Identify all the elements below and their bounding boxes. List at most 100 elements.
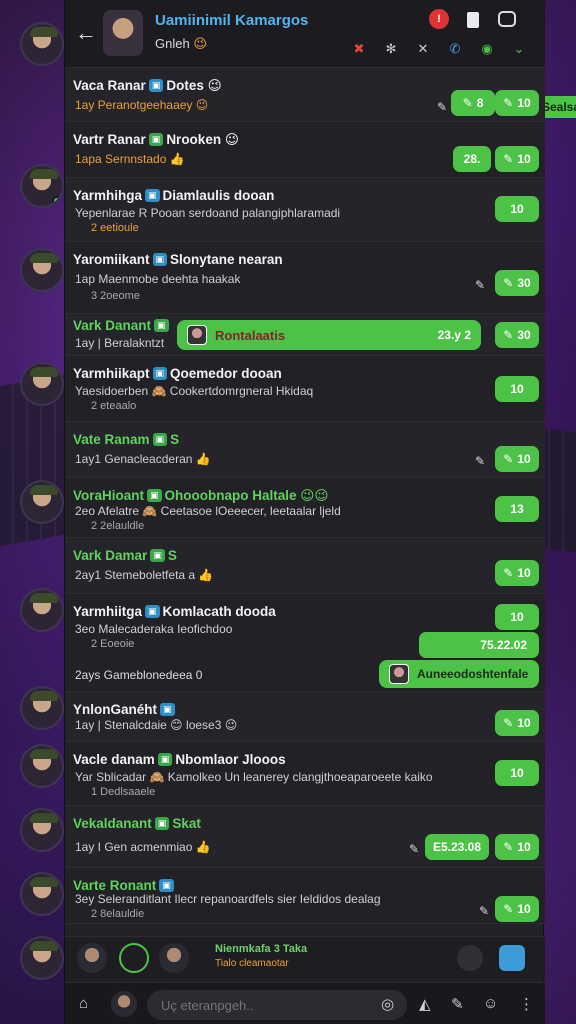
- message-meta: 2 8elauldie: [91, 908, 145, 920]
- list-item[interactable]: VoraHioant ▣ Ohooobnapo Haltale 😉😉 2eo Afe…: [65, 478, 545, 538]
- refresh-icon[interactable]: [119, 943, 149, 973]
- rail-avatar[interactable]: [20, 872, 64, 916]
- header-bottom-icons: ✖ ✻ ✕ ✆ ◉ ⌄: [349, 38, 529, 58]
- rail-avatar[interactable]: [20, 588, 64, 632]
- chat-icon[interactable]: [497, 9, 517, 29]
- message-preview: Yaesidoerben 🙈 Cookertdomrgneral Hkidaq: [75, 384, 314, 398]
- time-badge: 28.: [453, 146, 491, 172]
- count-badge: ✎ 10: [495, 146, 539, 172]
- message-preview: 2ay1 Stemeboletfeta a 👍: [75, 568, 214, 582]
- contact-name: Yaromiikant ▣ Slonytane nearan: [73, 252, 283, 267]
- message-meta: 1 Dedlsaaele: [91, 786, 156, 798]
- message-preview: 2eo Afelatre 🙈 Ceetasoe lOeeecer, leetaa…: [75, 504, 341, 518]
- chevron-down-icon[interactable]: ⌄: [509, 38, 529, 58]
- contact-name: Vaca Ranar ▣ Dotes 😉: [73, 78, 222, 93]
- message-preview: 3eo Malecaderaka Ieofichdoo: [75, 622, 233, 636]
- rail-avatar[interactable]: [20, 480, 64, 524]
- list-item[interactable]: Vartr Ranar ▣ Nrooken 😉 1apa Sernnstado 👍 …: [65, 122, 545, 178]
- video-icon[interactable]: ◉: [477, 38, 497, 58]
- rail-avatar[interactable]: [20, 808, 64, 852]
- count-badge: ✎ 10: [495, 90, 539, 116]
- message-preview: 1ay | Beralakntzt: [75, 336, 165, 350]
- contact-name: Vate Ranam ▣ S: [73, 432, 180, 447]
- camera-icon[interactable]: ◎: [381, 995, 394, 1013]
- count-badge: 10: [495, 760, 539, 786]
- message-bubble[interactable]: Auneeodoshtenfale: [379, 660, 539, 688]
- list-item[interactable]: Yarmhiikapt ▣ Qoemedor dooan Yaesidoerben …: [65, 356, 545, 422]
- list-item[interactable]: Vacle danam ▣ Nbomlaor Jlooos Yar Sblicada…: [65, 742, 545, 806]
- rail-avatar[interactable]: [20, 362, 64, 406]
- message-meta: 3 2oeome: [91, 290, 140, 302]
- message-preview: 1ay Peranotgeehaaey 😉: [75, 98, 209, 112]
- message-meta: 2 Eoeoie: [91, 638, 135, 650]
- count-badge: ✎ 10: [495, 710, 539, 736]
- phone-icon[interactable]: ✆: [445, 38, 465, 58]
- time-bubble: 75.22.02: [419, 632, 539, 658]
- story-avatar[interactable]: [159, 943, 189, 973]
- list-item[interactable]: Vate Ranam ▣ S 1ay1 Genacleacderan 👍 ✎ ✎ 10: [65, 422, 545, 478]
- count-badge: 10: [495, 376, 539, 402]
- rail-avatar[interactable]: [20, 936, 64, 980]
- chat-panel: ← Uamiinimil Kamargos Gnleh 😉 ! ✖ ✻ ✕ ✆ …: [64, 0, 545, 1024]
- message-preview-2: 2ays Gameblonedeea 0: [75, 668, 203, 682]
- list-item[interactable]: Yaromiikant ▣ Slonytane nearan 1ap Maenmob…: [65, 242, 545, 314]
- side-pill: Sealsa: [540, 96, 576, 118]
- time-badge: E5.23.08: [424, 834, 489, 860]
- profile-avatar[interactable]: [111, 991, 137, 1017]
- chat-header: ← Uamiinimil Kamargos Gnleh 😉 ! ✖ ✻ ✕ ✆ …: [65, 0, 545, 68]
- list-item[interactable]: Vark Danant ▣ 1ay | Beralakntzt Rontalaat…: [65, 314, 545, 356]
- contact-name: Yarmhiitga ▣ Komlacath dooda: [73, 604, 276, 619]
- rail-avatar[interactable]: [20, 744, 64, 788]
- more-icon[interactable]: ⋮: [519, 995, 534, 1013]
- chat-title: Uamiinimil Kamargos: [155, 12, 309, 29]
- pen-icon[interactable]: ✎: [451, 995, 464, 1013]
- list-item[interactable]: Yarmhihga ▣ Diamlaulis dooan Yepenlarae R …: [65, 178, 545, 242]
- count-badge: ✎ 10: [495, 446, 539, 472]
- trash-icon[interactable]: [463, 9, 483, 29]
- user-icon[interactable]: [457, 945, 483, 971]
- avatar-rail: [0, 0, 66, 1024]
- count-badge: ✎ 10: [495, 834, 539, 860]
- rail-avatar[interactable]: [20, 248, 64, 292]
- online-dot: [52, 196, 62, 206]
- close-icon[interactable]: ✕: [413, 38, 433, 58]
- list-item[interactable]: Yarmhiitga ▣ Komlacath dooda 3eo Malecader…: [65, 594, 545, 692]
- contact-name: Vekaldanant ▣ Skat: [73, 816, 201, 831]
- list-item[interactable]: Vaca Ranar ▣ Dotes 😉 1ay Peranotgeehaaey 😉…: [65, 68, 545, 122]
- header-top-icons: !: [429, 9, 517, 29]
- count-badge: ✎ 30: [495, 322, 539, 348]
- message-bubble[interactable]: Rontalaatis 23.y 2: [177, 320, 481, 350]
- message-preview: 1ap Maenmobe deehta haakak: [75, 272, 241, 286]
- story-subtitle: Tialo cleamaotar: [215, 958, 289, 969]
- pin-icon: ✎: [478, 904, 489, 918]
- back-arrow-icon[interactable]: ←: [75, 22, 97, 44]
- message-preview: Yar Sblicadar 🙈 Kamolkeo Un leanerey cla…: [75, 770, 433, 784]
- list-item[interactable]: Varte Ronant ▣ 3ey Seleranditlant Ilecr r…: [65, 868, 545, 924]
- rail-avatar[interactable]: [20, 164, 64, 208]
- rail-avatar[interactable]: [20, 686, 64, 730]
- list-item[interactable]: Vekaldanant ▣ Skat 1ay I Gen acmenmiao 👍 ✎…: [65, 806, 545, 868]
- message-preview: Yepenlarae R Pooan serdoand palangiphlar…: [75, 206, 341, 220]
- count-badge: ✎ 10: [495, 560, 539, 586]
- list-item[interactable]: YnlonGanéht ▣ 1ay | Stenalcdaie 😊 loese3 …: [65, 692, 545, 742]
- rail-avatar[interactable]: [20, 22, 64, 66]
- message-meta: 2 2elauldle: [91, 520, 145, 532]
- message-input[interactable]: [147, 990, 407, 1020]
- message-meta: 2 eteaalo: [91, 400, 137, 412]
- subtitle-text: Gnleh: [155, 36, 190, 51]
- list-item[interactable]: Vark Damar ▣ S 2ay1 Stemeboletfeta a 👍 ✎ 10: [65, 538, 545, 594]
- app-icon[interactable]: [499, 945, 525, 971]
- tool-icon[interactable]: ✖: [349, 38, 369, 58]
- emoji-icon[interactable]: ☺: [483, 995, 498, 1012]
- alert-icon[interactable]: !: [429, 9, 449, 29]
- chat-list: Vaca Ranar ▣ Dotes 😉 1ay Peranotgeehaaey 😉…: [65, 68, 545, 924]
- story-avatar[interactable]: [77, 943, 107, 973]
- home-icon[interactable]: ⌂: [79, 995, 88, 1012]
- contact-name: Varte Ronant ▣: [73, 878, 177, 893]
- settings-icon[interactable]: ✻: [381, 38, 401, 58]
- attach-icon[interactable]: ◭: [419, 995, 431, 1013]
- count-badge: ✎ 10: [495, 896, 539, 922]
- bubble-avatar: [187, 325, 207, 345]
- header-avatar[interactable]: [103, 10, 143, 56]
- contact-name: Vartr Ranar ▣ Nrooken 😉: [73, 132, 239, 147]
